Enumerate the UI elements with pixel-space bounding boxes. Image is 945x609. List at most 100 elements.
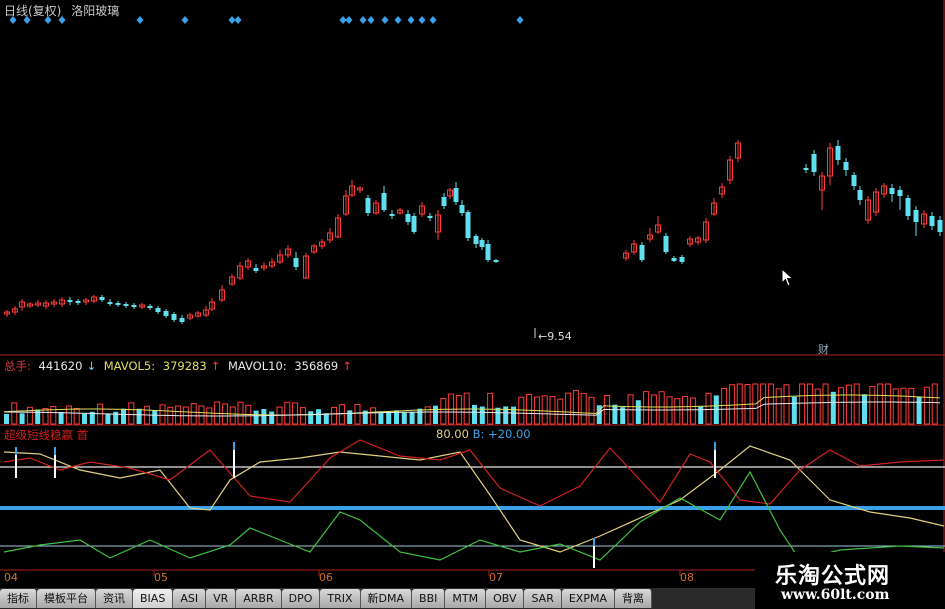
volume-bar — [401, 412, 407, 424]
candle-body — [381, 193, 387, 210]
volume-bar — [35, 409, 41, 424]
finance-marker[interactable]: 财 — [818, 341, 829, 357]
line-a-value: 80.00 — [436, 427, 469, 441]
signal-diamond-icon — [345, 16, 353, 24]
mavol10-value: 356869 — [294, 359, 339, 373]
volume-bar — [269, 411, 275, 424]
signal-diamond-icon — [429, 16, 437, 24]
candle-body — [107, 302, 113, 304]
volume-bar — [323, 413, 329, 424]
candle-body — [453, 188, 459, 202]
tab-vr[interactable]: VR — [206, 589, 237, 608]
tab-indicator[interactable]: 指标 — [0, 589, 37, 608]
signal-diamond-icon — [234, 16, 242, 24]
tab-mtm[interactable]: MTM — [445, 589, 487, 608]
indicator-legend: 超级短线稳赢 首 80.00 B: +20.00 — [4, 427, 531, 443]
volume-bar — [440, 398, 447, 425]
tab-trix[interactable]: TRIX — [320, 589, 361, 608]
candle-body — [905, 198, 911, 216]
candle-body — [253, 268, 259, 271]
candle-body — [913, 210, 919, 222]
volume-bar — [26, 406, 33, 425]
line-b-value: B: +20.00 — [472, 427, 531, 441]
volume-bar — [775, 388, 782, 425]
candle-body — [663, 236, 669, 252]
volume-bar — [190, 403, 197, 425]
signal-diamond-icon — [136, 16, 144, 24]
volume-bar — [565, 392, 572, 425]
volume-bar — [650, 394, 657, 425]
volume-bar — [73, 407, 80, 425]
volume-bar — [65, 405, 72, 425]
volume-bar — [261, 408, 267, 424]
indicator-tab-bar: 指标 模板平台 资讯 BIAS ASI VR ARBR DPO TRIX 新DM… — [0, 588, 755, 609]
candle-body — [835, 146, 841, 160]
volume-bar — [588, 396, 595, 425]
candle-body — [459, 205, 465, 213]
candle-body — [405, 214, 411, 222]
volume-bar — [159, 404, 166, 425]
signal-diamond-icon — [394, 16, 402, 24]
mouse-cursor-icon — [781, 268, 794, 287]
signal-diamond-icon — [228, 16, 236, 24]
volume-bar — [495, 407, 501, 424]
volume-bar — [433, 405, 438, 424]
candle-body — [75, 301, 81, 303]
tab-bbi[interactable]: BBI — [412, 589, 446, 608]
period-label[interactable]: 日线(复权) — [4, 4, 61, 18]
volume-bar — [728, 384, 735, 425]
tab-obv[interactable]: OBV — [486, 589, 525, 608]
candle-body — [365, 198, 371, 213]
volume-bar — [455, 395, 462, 425]
volume-bar — [923, 386, 930, 425]
volume-bar — [884, 383, 891, 425]
volume-bar — [783, 384, 790, 425]
candle-body — [857, 190, 863, 200]
volume-bar — [299, 407, 306, 425]
mavol10-label: MAVOL10: — [227, 359, 291, 373]
volume-bar — [284, 401, 291, 425]
volume-bar — [50, 405, 57, 425]
candle-body — [897, 190, 903, 196]
indicator-name[interactable]: 超级短线稳赢 — [4, 428, 73, 442]
volume-bar — [316, 409, 321, 424]
tab-template[interactable]: 模板平台 — [37, 589, 96, 608]
volume-bar — [386, 412, 392, 424]
candle-body — [163, 311, 169, 316]
volume-bar — [409, 411, 415, 424]
tab-expma[interactable]: EXPMA — [561, 589, 615, 608]
tab-divergence[interactable]: 背离 — [614, 589, 652, 608]
x-axis-label: 05 — [154, 571, 168, 584]
volume-bar — [338, 404, 345, 425]
tab-bias[interactable]: BIAS — [133, 589, 174, 608]
signal-diamond-icon — [381, 16, 389, 24]
indicator-line-green — [3, 470, 945, 561]
down-arrow-icon: ↓ — [86, 359, 97, 373]
tab-sar[interactable]: SAR — [524, 589, 562, 608]
volume-bar — [853, 383, 860, 425]
tab-asi[interactable]: ASI — [173, 589, 207, 608]
candle-body — [639, 245, 645, 260]
volume-bar — [152, 410, 158, 424]
candle-body — [115, 303, 121, 305]
indicator-flag: 首 — [76, 428, 89, 442]
mavol5-value: 379283 — [162, 359, 207, 373]
volume-bar — [862, 394, 867, 424]
tab-arbr[interactable]: ARBR — [236, 589, 282, 608]
volume-bar — [253, 410, 259, 424]
tab-dpo[interactable]: DPO — [281, 589, 321, 608]
x-axis-label: 08 — [680, 571, 694, 584]
volume-bar — [58, 412, 64, 424]
volume-bar — [518, 396, 525, 425]
chart-canvas[interactable] — [0, 0, 945, 609]
tab-new-dma[interactable]: 新DMA — [360, 589, 413, 608]
volume-bar — [674, 398, 681, 425]
volume-bar — [869, 385, 876, 425]
volume-bar — [19, 413, 25, 424]
candle-body — [147, 306, 153, 308]
chart-window: 日线(复权) 洛阳玻璃 ←9.54 财 总手: 441620 ↓ MAVOL5: … — [0, 0, 945, 609]
volume-bar — [830, 391, 836, 424]
tab-news[interactable]: 资讯 — [96, 589, 133, 608]
volume-bar — [705, 392, 712, 425]
volume-bar — [580, 392, 587, 425]
